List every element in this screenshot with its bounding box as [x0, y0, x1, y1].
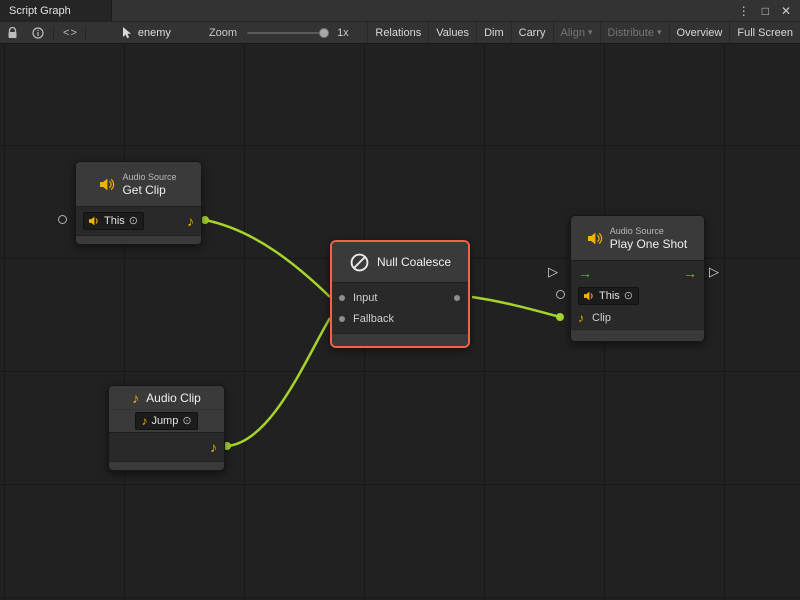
node-footer — [571, 329, 704, 341]
lock-icon[interactable] — [0, 22, 25, 43]
object-picker-icon[interactable]: ⊙ — [624, 291, 633, 302]
port-flow-out-triangle[interactable]: ▷ — [707, 265, 721, 279]
port-flow-in-triangle[interactable]: ▷ — [546, 265, 560, 279]
distribute-button[interactable]: Distribute ▾ — [600, 22, 669, 43]
audio-source-icon — [89, 216, 100, 226]
align-button[interactable]: Align ▾ — [553, 22, 600, 43]
zoom-slider-track — [247, 32, 329, 34]
node-footer — [109, 461, 224, 470]
audio-clip-icon: ♪ — [141, 415, 147, 427]
node-null-coalesce-header: Null Coalesce — [332, 242, 468, 282]
node-title: Audio Clip — [146, 391, 201, 405]
cursor-icon — [122, 27, 133, 39]
maximize-icon[interactable]: □ — [762, 5, 769, 17]
zoom-slider-knob[interactable] — [319, 28, 329, 38]
window-controls: ⋮ □ ✕ — [738, 0, 800, 21]
node-audio-clip-header: ♪ Audio Clip — [109, 386, 224, 409]
titlebar: Script Graph ⋮ □ ✕ — [0, 0, 800, 22]
field-value: This — [599, 290, 620, 302]
play-target-row: This ⊙ — [571, 285, 704, 307]
zoom-slider[interactable] — [247, 26, 329, 40]
toolbar-buttons: Relations Values Dim Carry Align ▾ Distr… — [367, 22, 800, 43]
node-play-one-shot-header: Audio Source Play One Shot — [571, 216, 704, 260]
zoom-value: 1x — [337, 27, 349, 39]
audio-source-icon — [100, 178, 115, 191]
fallback-port-row: Fallback — [332, 308, 468, 329]
port-input[interactable] — [339, 295, 345, 301]
clip-input-row: ♪ Clip — [571, 307, 704, 329]
object-picker-icon[interactable]: ⊙ — [129, 216, 138, 227]
tab-label: Script Graph — [9, 5, 71, 17]
port-getclip-this-input[interactable] — [58, 215, 67, 224]
field-value: Jump — [151, 415, 178, 427]
code-icon[interactable]: < > — [56, 22, 83, 43]
graph-target[interactable]: enemy — [122, 27, 171, 39]
get-clip-target-row: This ⊙ ♪ — [76, 207, 201, 235]
null-coalesce-icon — [349, 252, 370, 273]
fullscreen-button[interactable]: Full Screen — [729, 22, 800, 43]
audio-clip-output-icon: ♪ — [210, 440, 217, 454]
port-result-output[interactable] — [454, 295, 460, 301]
node-get-clip-header: Audio Source Get Clip — [76, 162, 201, 206]
audio-clip-value-field[interactable]: ♪ Jump ⊙ — [135, 412, 197, 430]
node-footer — [76, 235, 201, 244]
overview-button[interactable]: Overview — [669, 22, 730, 43]
play-target-field[interactable]: This ⊙ — [578, 287, 639, 305]
object-picker-icon[interactable]: ⊙ — [182, 416, 191, 427]
chevron-down-icon: ▾ — [657, 27, 662, 38]
port-playoneshot-clip-input[interactable] — [556, 313, 564, 321]
node-audio-clip-value-row: ♪ Jump ⊙ — [109, 409, 224, 432]
audio-clip-output-row: ♪ — [109, 433, 224, 461]
flow-in-icon[interactable]: → — [578, 266, 592, 280]
port-playoneshot-this-input[interactable] — [556, 290, 565, 299]
node-title: Null Coalesce — [377, 255, 451, 269]
flow-port-row: → → — [571, 261, 704, 285]
audio-source-icon — [588, 232, 603, 245]
menu-icon[interactable]: ⋮ — [738, 5, 750, 17]
graph-toolbar: < > enemy Zoom 1x Relations Values Dim C… — [0, 22, 800, 44]
zoom-label: Zoom — [209, 27, 237, 39]
node-title: Play One Shot — [610, 237, 687, 251]
audio-clip-icon: ♪ — [578, 312, 584, 324]
toolbar-separator — [85, 26, 86, 40]
node-audio-clip[interactable]: ♪ Audio Clip ♪ Jump ⊙ ♪ — [108, 385, 225, 471]
node-null-coalesce[interactable]: Null Coalesce Input Fallback — [330, 240, 470, 348]
node-category: Audio Source — [122, 172, 176, 183]
input-label: Input — [353, 292, 377, 304]
tab-script-graph[interactable]: Script Graph — [0, 0, 112, 21]
node-footer — [332, 333, 468, 346]
dim-button[interactable]: Dim — [476, 22, 511, 43]
graph-canvas[interactable]: Audio Source Get Clip This ⊙ ♪ — [0, 44, 800, 600]
values-button[interactable]: Values — [428, 22, 476, 43]
audio-clip-output-icon: ♪ — [187, 214, 194, 228]
wire-result-to-clip[interactable] — [472, 297, 560, 317]
toolbar-separator — [53, 26, 54, 40]
info-icon[interactable] — [25, 22, 51, 43]
close-icon[interactable]: ✕ — [781, 5, 791, 17]
wire-audioclip-to-fallback[interactable] — [227, 318, 330, 446]
node-category: Audio Source — [610, 226, 664, 237]
target-label: enemy — [138, 27, 171, 39]
fallback-label: Fallback — [353, 313, 394, 325]
flow-out-icon[interactable]: → — [683, 266, 697, 280]
audio-clip-icon: ♪ — [132, 391, 139, 405]
node-get-clip[interactable]: Audio Source Get Clip This ⊙ ♪ — [75, 161, 202, 245]
port-getclip-output[interactable] — [201, 216, 209, 224]
relations-button[interactable]: Relations — [367, 22, 428, 43]
chevron-down-icon: ▾ — [588, 27, 593, 38]
port-fallback[interactable] — [339, 316, 345, 322]
wire-getclip-to-input[interactable] — [205, 220, 330, 297]
get-clip-target-field[interactable]: This ⊙ — [83, 212, 144, 230]
audio-source-icon — [584, 291, 595, 301]
clip-label: Clip — [592, 312, 611, 324]
field-value: This — [104, 215, 125, 227]
input-port-row: Input — [332, 287, 468, 308]
node-play-one-shot[interactable]: Audio Source Play One Shot → → This ⊙ — [570, 215, 705, 342]
carry-button[interactable]: Carry — [511, 22, 553, 43]
node-title: Get Clip — [122, 183, 165, 197]
